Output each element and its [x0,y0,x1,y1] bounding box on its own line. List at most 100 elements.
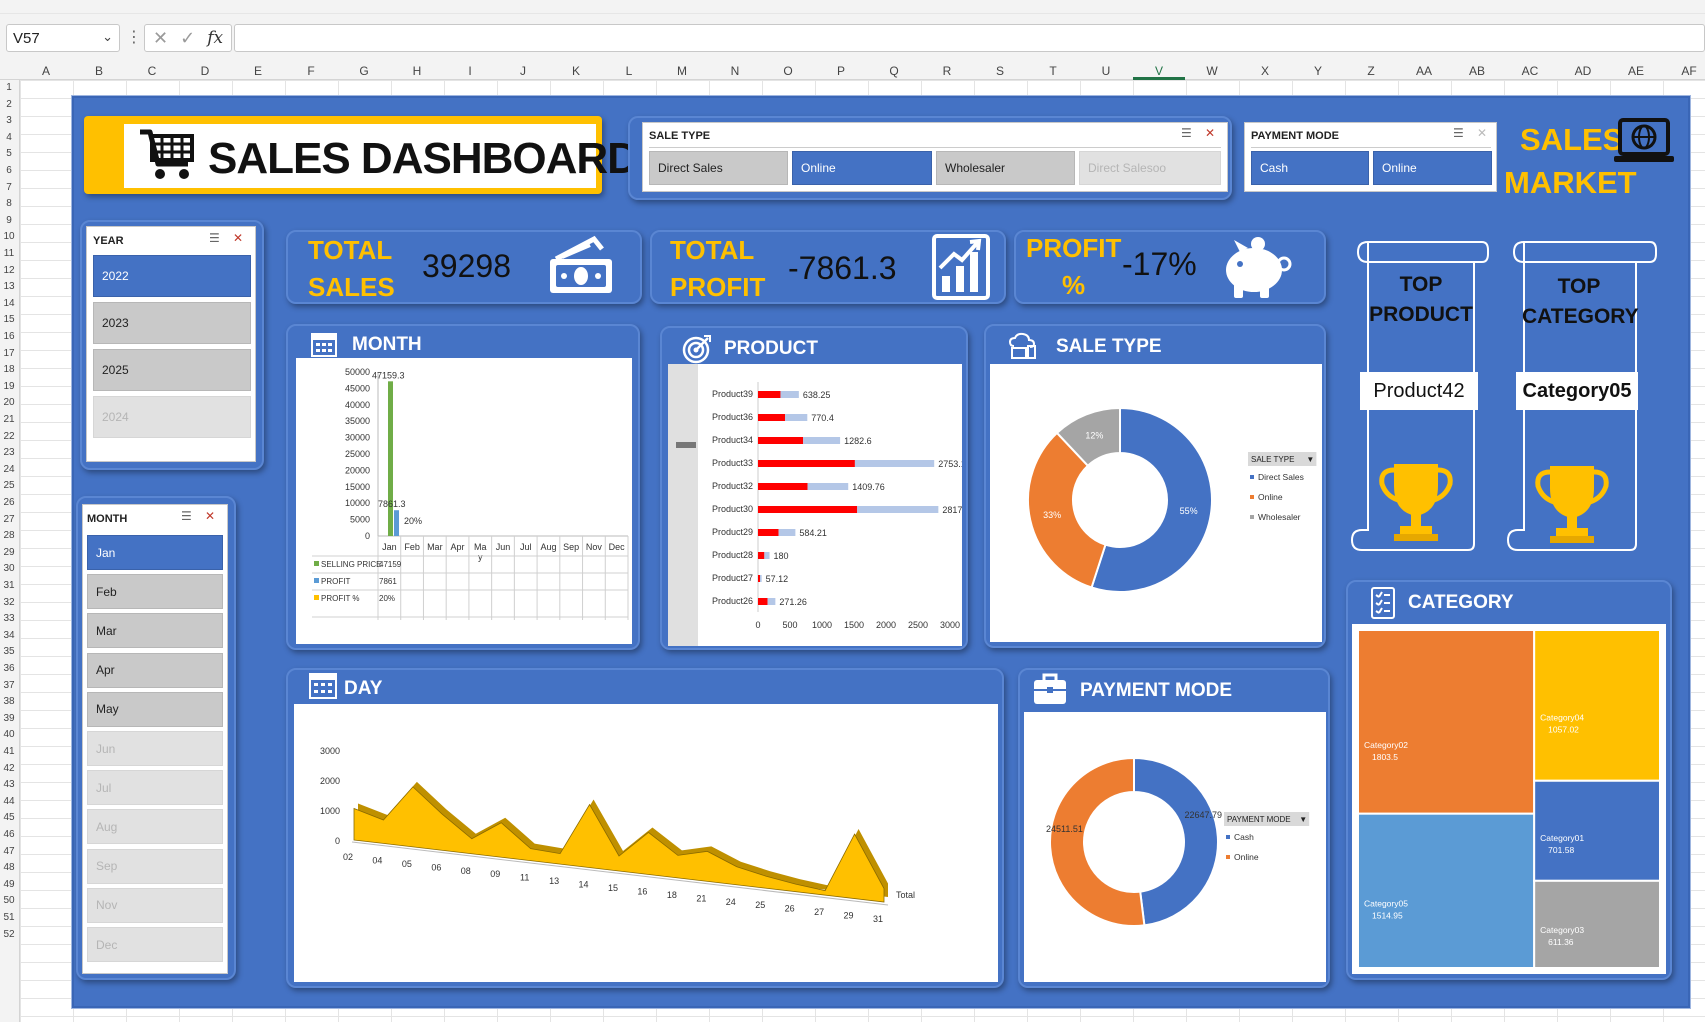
slicer-item[interactable]: Dec [87,927,223,962]
row-header[interactable]: 20 [0,397,18,408]
row-header[interactable]: 14 [0,298,18,309]
column-header[interactable]: B [79,64,119,78]
column-header[interactable]: T [1033,64,1073,78]
row-header[interactable]: 1 [0,82,18,93]
row-header[interactable]: 22 [0,431,18,442]
slicer-item[interactable]: Jul [87,770,223,806]
row-header[interactable]: 48 [0,862,18,873]
column-header[interactable]: AD [1563,64,1603,78]
slicer-item[interactable]: Direct Sales [649,151,788,185]
multi-select-icon[interactable]: ☰ [209,231,220,245]
row-header[interactable]: 17 [0,348,18,359]
row-header[interactable]: 25 [0,480,18,491]
row-header[interactable]: 35 [0,646,18,657]
column-header[interactable]: R [927,64,967,78]
column-header[interactable]: M [662,64,702,78]
column-header[interactable]: H [397,64,437,78]
row-header[interactable]: 46 [0,829,18,840]
slicer-item[interactable]: Direct Salesoo [1079,151,1221,185]
row-header[interactable]: 23 [0,447,18,458]
column-header[interactable]: X [1245,64,1285,78]
row-header[interactable]: 16 [0,331,18,342]
column-header[interactable]: A [26,64,66,78]
slicer-item[interactable]: Wholesaler [936,151,1075,185]
slicer-item[interactable]: Aug [87,809,223,845]
row-header[interactable]: 11 [0,248,18,259]
row-header[interactable]: 27 [0,514,18,525]
row-header[interactable]: 3 [0,115,18,126]
slicer-item[interactable]: Cash [1251,151,1369,185]
more-options-icon[interactable]: ⋮ [126,24,142,52]
row-header[interactable]: 31 [0,580,18,591]
row-header[interactable]: 30 [0,563,18,574]
clear-filter-icon[interactable]: ✕ [205,509,215,523]
row-header[interactable]: 18 [0,364,18,375]
row-header[interactable]: 50 [0,895,18,906]
column-header[interactable]: O [768,64,808,78]
slicer-item[interactable]: Feb [87,574,223,610]
slicer-item[interactable]: 2022 [93,255,251,297]
row-header[interactable]: 42 [0,763,18,774]
row-header[interactable]: 51 [0,912,18,923]
row-header[interactable]: 8 [0,198,18,209]
row-header[interactable]: 4 [0,132,18,143]
column-header[interactable]: G [344,64,384,78]
slicer-item[interactable]: Jan [87,535,223,570]
column-header[interactable]: W [1192,64,1232,78]
column-header[interactable]: V [1139,64,1179,78]
row-header[interactable]: 33 [0,613,18,624]
slicer-item[interactable]: 2024 [93,396,251,438]
slicer-item[interactable]: Nov [87,887,223,923]
row-header[interactable]: 2 [0,99,18,110]
slicer-item[interactable]: May [87,691,223,727]
row-header[interactable]: 13 [0,281,18,292]
row-header[interactable]: 21 [0,414,18,425]
slicer-item[interactable]: Sep [87,848,223,884]
column-header[interactable]: F [291,64,331,78]
row-header[interactable]: 47 [0,846,18,857]
multi-select-icon[interactable]: ☰ [181,509,192,523]
insert-function-icon[interactable]: fx [207,28,223,48]
multi-select-icon[interactable]: ☰ [1453,126,1464,140]
slicer-item[interactable]: Jun [87,731,223,766]
column-header[interactable]: C [132,64,172,78]
clear-filter-icon[interactable]: ✕ [1205,126,1215,140]
row-header[interactable]: 52 [0,929,18,940]
row-header[interactable]: 37 [0,680,18,691]
row-header[interactable]: 39 [0,713,18,724]
row-header[interactable]: 15 [0,314,18,325]
row-header[interactable]: 28 [0,530,18,541]
chevron-down-icon[interactable]: ⌄ [102,29,113,45]
column-header[interactable]: J [503,64,543,78]
column-header[interactable]: S [980,64,1020,78]
row-header[interactable]: 36 [0,663,18,674]
column-header[interactable]: K [556,64,596,78]
column-header[interactable]: U [1086,64,1126,78]
row-header[interactable]: 34 [0,630,18,641]
column-header[interactable]: AC [1510,64,1550,78]
column-header[interactable]: AA [1404,64,1444,78]
row-header[interactable]: 12 [0,265,18,276]
clear-filter-icon[interactable]: ✕ [1477,126,1487,140]
column-header[interactable]: AF [1669,64,1705,78]
multi-select-icon[interactable]: ☰ [1181,126,1192,140]
slicer-item[interactable]: Online [1373,151,1492,185]
slicer-item[interactable]: Mar [87,613,223,649]
row-header[interactable]: 49 [0,879,18,890]
column-header[interactable]: P [821,64,861,78]
row-header[interactable]: 38 [0,696,18,707]
formula-input[interactable] [234,24,1705,52]
row-header[interactable]: 45 [0,812,18,823]
row-header[interactable]: 44 [0,796,18,807]
column-header[interactable]: Z [1351,64,1391,78]
row-header[interactable]: 19 [0,381,18,392]
row-header[interactable]: 6 [0,165,18,176]
column-header[interactable]: D [185,64,225,78]
row-header[interactable]: 24 [0,464,18,475]
column-header[interactable]: N [715,64,755,78]
column-header[interactable]: E [238,64,278,78]
row-header[interactable]: 10 [0,231,18,242]
slicer-item[interactable]: 2023 [93,302,251,344]
column-header[interactable]: I [450,64,490,78]
slicer-item[interactable]: Online [792,151,932,185]
